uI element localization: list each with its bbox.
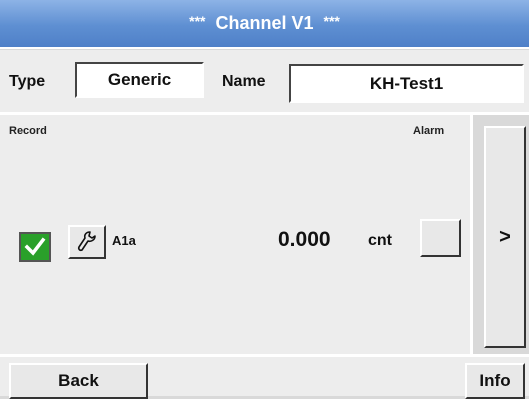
record-checkbox[interactable]: [19, 232, 51, 262]
wrench-icon: [77, 231, 96, 252]
next-button[interactable]: >: [484, 126, 526, 348]
title-stars-right: ***: [323, 12, 340, 29]
back-button[interactable]: Back: [9, 363, 148, 399]
check-icon: [24, 237, 46, 256]
alarm-button[interactable]: [420, 219, 461, 257]
measurement-unit: cnt: [368, 232, 392, 249]
record-label: Record: [9, 125, 47, 137]
alarm-label: Alarm: [413, 125, 445, 137]
info-button[interactable]: Info: [465, 363, 525, 399]
page-title: Channel V1: [215, 13, 314, 33]
side-divider: [470, 115, 473, 354]
measurement-value: 0.000: [278, 228, 331, 251]
type-label: Type: [9, 73, 46, 90]
window-title-bar: *** Channel V1 ***: [0, 0, 529, 49]
type-field[interactable]: Generic: [75, 62, 204, 98]
title-stars-left: ***: [189, 12, 206, 29]
channel-name: A1a: [112, 233, 136, 248]
name-field[interactable]: KH-Test1: [289, 64, 524, 103]
configure-button[interactable]: [68, 225, 106, 259]
name-label: Name: [222, 73, 266, 90]
